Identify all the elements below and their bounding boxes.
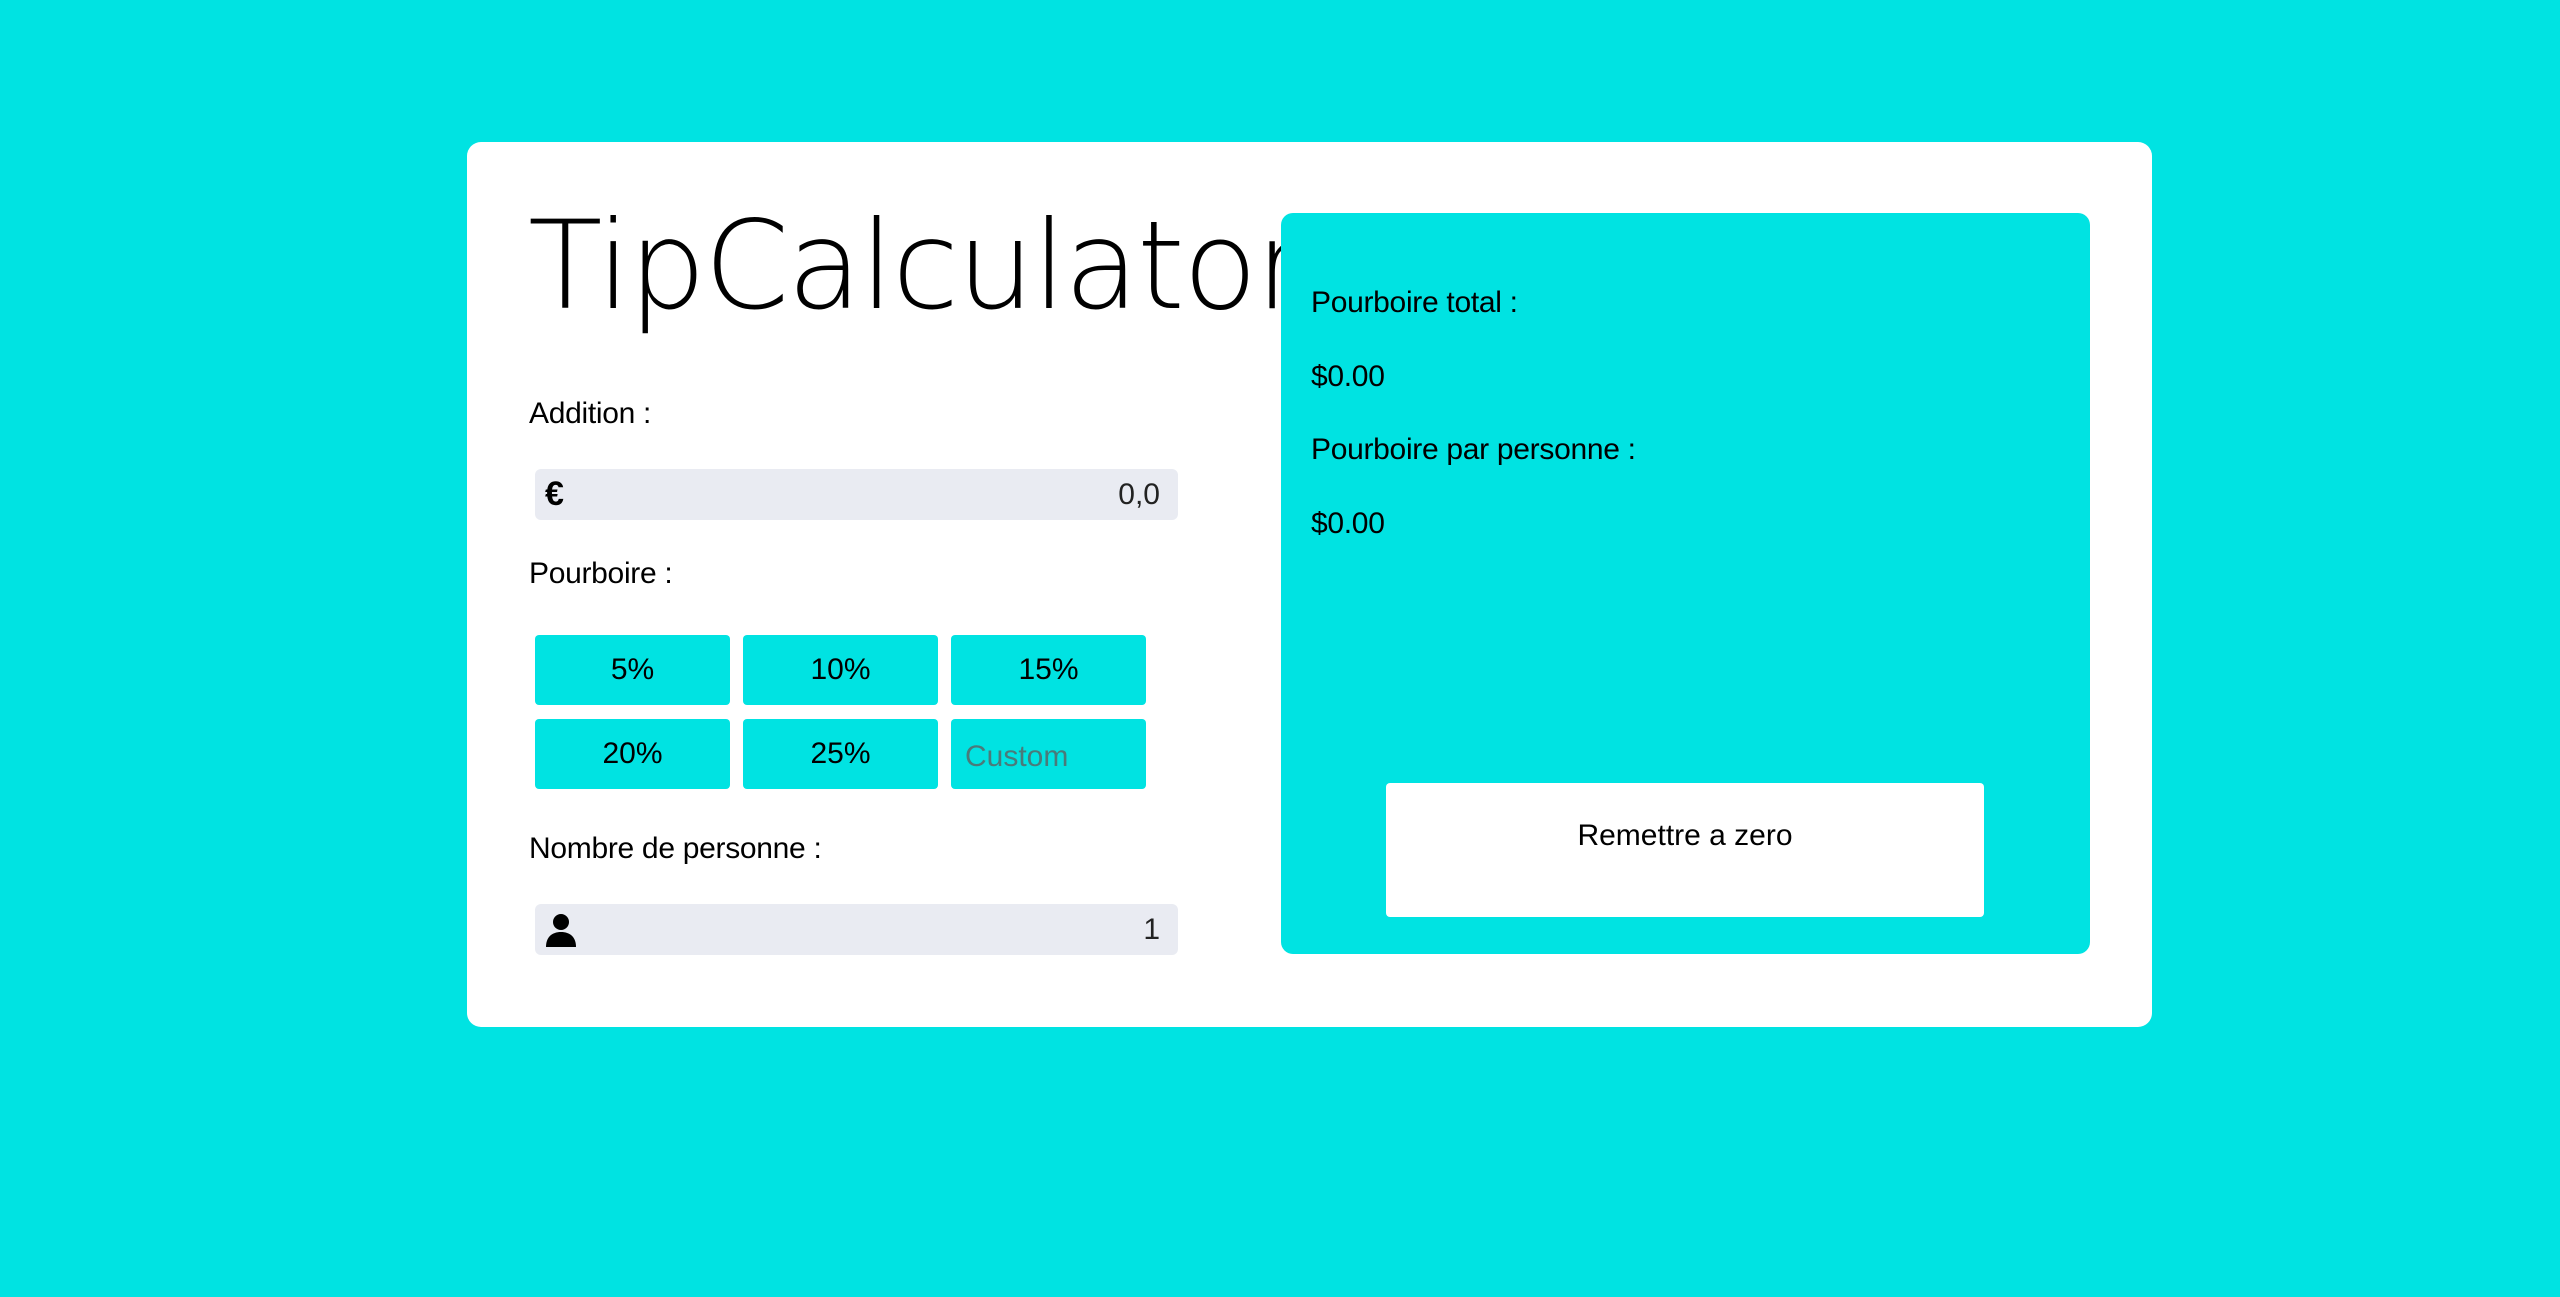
tip-20-button[interactable]: 20% — [535, 719, 730, 789]
bill-input[interactable]: € 0,0 — [535, 469, 1178, 520]
tip-5-button[interactable]: 5% — [535, 635, 730, 705]
people-input[interactable]: 1 — [535, 904, 1178, 955]
euro-icon: € — [545, 475, 564, 513]
tip-total-value: $0.00 — [1311, 360, 1385, 393]
people-label: Nombre de personne : — [529, 832, 822, 865]
person-icon — [545, 913, 579, 947]
tip-total-label: Pourboire total : — [1311, 286, 1518, 319]
results-panel: Pourboire total : $0.00 Pourboire par pe… — [1281, 213, 2090, 954]
tip-10-button[interactable]: 10% — [743, 635, 938, 705]
tip-15-button[interactable]: 15% — [951, 635, 1146, 705]
tip-per-person-value: $0.00 — [1311, 507, 1385, 540]
bill-value[interactable]: 0,0 — [579, 478, 1160, 512]
tip-options: 5% 10% 15% 20% 25% Custom — [535, 635, 1147, 789]
reset-button[interactable]: Remettre a zero — [1386, 783, 1984, 917]
tip-per-person-label: Pourboire par personne : — [1311, 433, 1636, 466]
bill-label: Addition : — [529, 397, 652, 430]
tip-custom-input[interactable]: Custom — [951, 719, 1146, 789]
app-title: TipCalculator — [528, 195, 1306, 337]
tip-label: Pourboire : — [529, 557, 673, 590]
people-value[interactable]: 1 — [579, 913, 1160, 947]
tip-25-button[interactable]: 25% — [743, 719, 938, 789]
